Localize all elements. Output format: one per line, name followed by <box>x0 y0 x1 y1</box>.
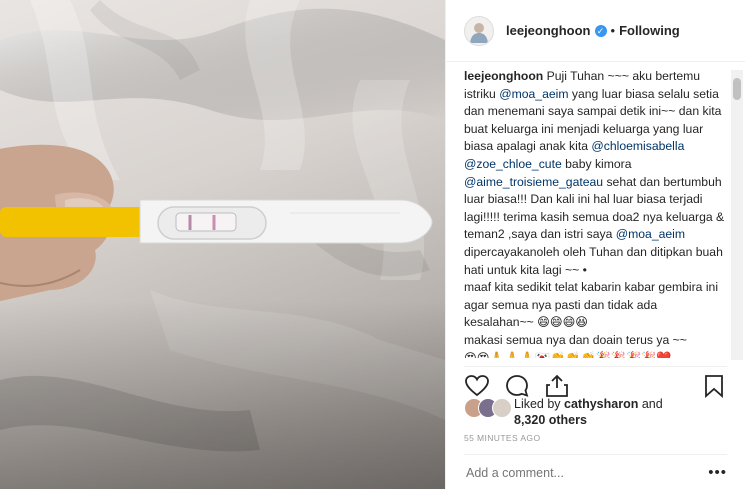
caption-text: Puji Tuhan ~~~ aku bertemu istriku @moa_… <box>464 69 724 358</box>
header-separator: • <box>610 23 616 38</box>
post-side-panel: leejeonghoon ✓ • Following leejeonghoon … <box>445 0 745 489</box>
caption-segment: dipercayakanoleh oleh Tuhan dan ditipkan… <box>464 244 723 277</box>
post-timestamp[interactable]: 55 MINUTES AGO <box>464 433 540 443</box>
comment-box: ••• <box>464 454 727 490</box>
liker-username[interactable]: cathysharon <box>564 397 638 411</box>
likes-prefix: Liked by <box>514 397 565 411</box>
caption-segment: 😍😍🙏🙏🙏🇰🇷👏👏👏🎉🎉🎉🎉❤️ <box>464 350 672 359</box>
caption-mention[interactable]: @aime_troisieme_gateau <box>464 175 603 189</box>
caption-segment: makasi semua nya dan doain terus ya ~~ <box>464 332 687 347</box>
instagram-post: leejeonghoon ✓ • Following leejeonghoon … <box>0 0 745 489</box>
caption-mention[interactable]: @moa_aeim <box>616 227 685 241</box>
likes-summary: Liked by cathysharon and 8,320 others <box>464 396 734 430</box>
post-photo[interactable] <box>0 0 445 489</box>
profile-avatar[interactable] <box>464 15 494 46</box>
likes-count[interactable]: 8,320 others <box>514 413 587 427</box>
post-caption: leejeonghoon Puji Tuhan ~~~ aku bertemu … <box>464 68 726 358</box>
photo-shadow <box>0 300 445 489</box>
verified-badge-icon: ✓ <box>594 24 607 37</box>
caption-mention[interactable]: @zoe_chloe_cute <box>464 157 562 171</box>
caption-mention[interactable]: @chloemisabella <box>591 139 684 153</box>
pregnancy-test-image <box>0 199 433 244</box>
header-username[interactable]: leejeonghoon <box>506 23 591 38</box>
caption-segment: maaf kita sedikit telat kabarin kabar ge… <box>464 280 719 330</box>
liker-avatars <box>464 398 512 418</box>
caption-mention[interactable]: @moa_aeim <box>499 87 568 101</box>
comment-input[interactable] <box>464 464 688 481</box>
post-header: leejeonghoon ✓ • Following <box>446 0 745 62</box>
scrollbar-thumb[interactable] <box>733 78 741 100</box>
liker-avatar <box>492 398 512 418</box>
more-options-icon[interactable]: ••• <box>708 464 727 481</box>
caption-segment: baby kimora <box>561 156 632 171</box>
likes-text: Liked by cathysharon and 8,320 others <box>514 396 663 428</box>
caption-scrollbar[interactable] <box>731 70 743 360</box>
following-button[interactable]: Following <box>619 23 680 38</box>
caption-username[interactable]: leejeonghoon <box>464 69 543 83</box>
likes-middle: and <box>638 397 663 411</box>
avatar-icon <box>470 22 488 43</box>
